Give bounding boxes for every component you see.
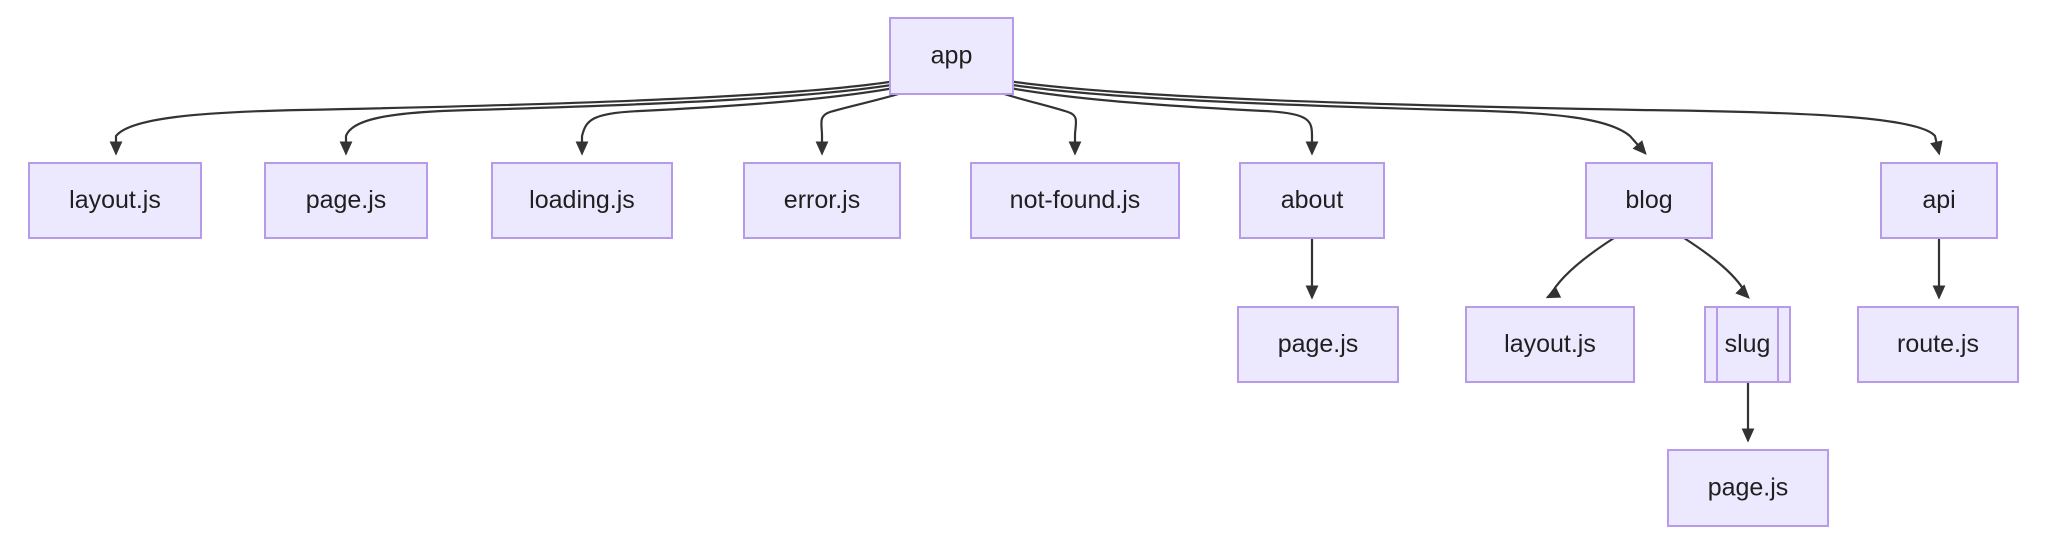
nodes-layer: app layout.js page.js loading.js error.js not…: [28, 17, 2019, 527]
edge-app-to-blog: [1004, 82, 1647, 155]
node-slug[interactable]: slug: [1704, 306, 1791, 383]
node-app[interactable]: app: [889, 17, 1014, 95]
edge-app-to-error: [815, 90, 907, 156]
node-layout[interactable]: layout.js: [28, 162, 202, 239]
edges-layer: [109, 79, 1946, 443]
node-shape-page[interactable]: [264, 162, 428, 239]
node-shape-route[interactable]: [1857, 306, 2019, 383]
node-notfound[interactable]: not-found.js: [970, 162, 1180, 239]
node-route[interactable]: route.js: [1857, 306, 2019, 383]
node-slugpage[interactable]: page.js: [1667, 449, 1829, 527]
edge-blog-to-bloglayout: [1545, 236, 1616, 299]
edge-app-to-page: [339, 82, 900, 156]
node-shape-app[interactable]: [889, 17, 1014, 95]
node-api[interactable]: api: [1880, 162, 1998, 239]
edge-app-to-layout: [109, 79, 898, 156]
node-page[interactable]: page.js: [264, 162, 428, 239]
node-shape-layout[interactable]: [28, 162, 202, 239]
node-shape-about[interactable]: [1239, 162, 1385, 239]
node-error[interactable]: error.js: [743, 162, 901, 239]
node-aboutpage[interactable]: page.js: [1237, 306, 1399, 383]
node-blog[interactable]: blog: [1585, 162, 1713, 239]
edge-app-to-about: [1002, 85, 1319, 156]
node-shape-blog[interactable]: [1585, 162, 1713, 239]
node-loading[interactable]: loading.js: [491, 162, 673, 239]
node-shape-notfound[interactable]: [970, 162, 1180, 239]
node-bloglayout[interactable]: layout.js: [1465, 306, 1635, 383]
node-shape-aboutpage[interactable]: [1237, 306, 1399, 383]
node-shape-loading[interactable]: [491, 162, 673, 239]
edge-app-to-notfound: [996, 90, 1082, 156]
edge-blog-to-slug: [1682, 236, 1750, 299]
edge-app-to-loading: [575, 85, 902, 156]
node-shape-slugpage[interactable]: [1667, 449, 1829, 527]
node-shape-error[interactable]: [743, 162, 901, 239]
flowchart-canvas: app layout.js page.js loading.js error.js not…: [28, 17, 2019, 527]
node-shape-bloglayout[interactable]: [1465, 306, 1635, 383]
node-about[interactable]: about: [1239, 162, 1385, 239]
edge-app-to-api: [1006, 79, 1943, 156]
flowchart-diagram: app layout.js page.js loading.js error.js not…: [0, 0, 2048, 547]
node-shape-api[interactable]: [1880, 162, 1998, 239]
